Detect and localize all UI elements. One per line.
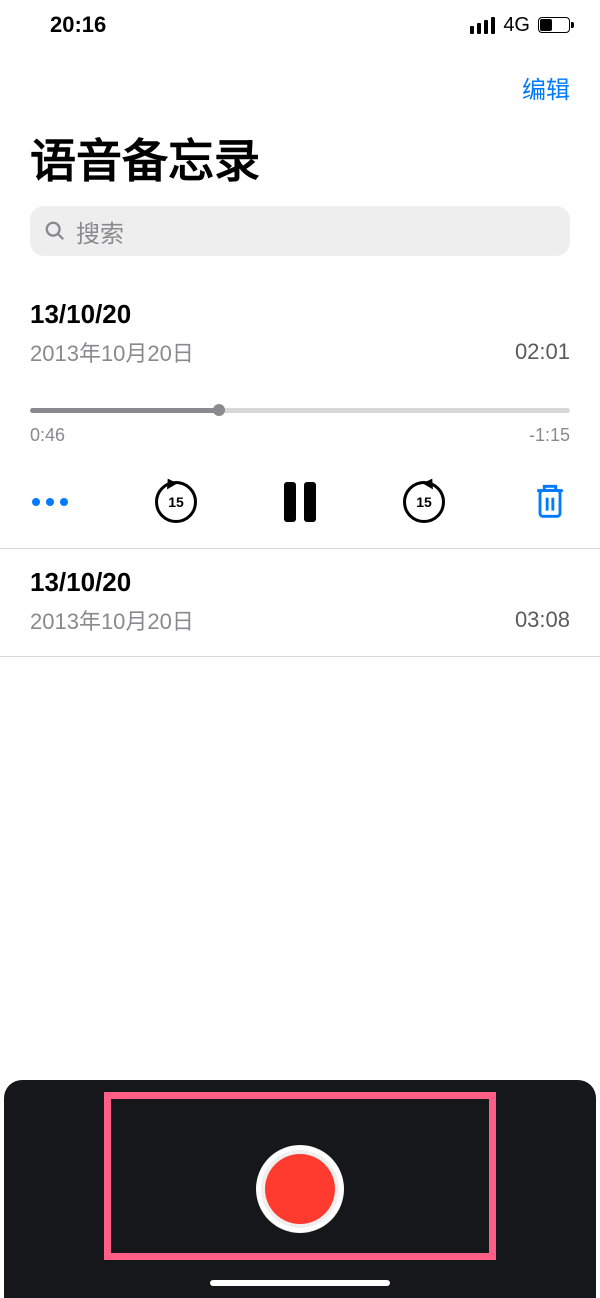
recording-item[interactable]: 13/10/20 2013年10月20日 02:01 0:46 -1:15 15 bbox=[0, 281, 600, 549]
status-right: 4G bbox=[470, 14, 570, 37]
record-bar bbox=[4, 1080, 596, 1298]
recording-title: 13/10/20 bbox=[30, 299, 570, 330]
signal-icon bbox=[470, 17, 495, 34]
recording-duration: 02:01 bbox=[515, 339, 570, 365]
pause-button[interactable] bbox=[284, 482, 316, 522]
skip-forward-icon: 15 bbox=[403, 481, 445, 523]
recording-duration: 03:08 bbox=[515, 607, 570, 633]
trash-icon bbox=[532, 482, 568, 522]
ellipsis-icon bbox=[32, 498, 68, 506]
record-icon bbox=[265, 1154, 335, 1224]
recording-date: 2013年10月20日 bbox=[30, 604, 194, 636]
playback-controls: 15 15 bbox=[30, 481, 570, 528]
skip-forward-15-button[interactable]: 15 bbox=[403, 481, 445, 523]
record-button[interactable] bbox=[256, 1145, 344, 1233]
more-button[interactable] bbox=[32, 498, 68, 506]
recording-date: 2013年10月20日 bbox=[30, 336, 194, 368]
status-bar: 20:16 4G bbox=[0, 0, 600, 50]
status-time: 20:16 bbox=[50, 12, 106, 38]
recording-item[interactable]: 13/10/20 2013年10月20日 03:08 bbox=[0, 549, 600, 657]
home-indicator[interactable] bbox=[210, 1280, 390, 1286]
nav-bar: 编辑 bbox=[0, 50, 600, 115]
pause-icon bbox=[284, 482, 316, 522]
recordings-list: 13/10/20 2013年10月20日 02:01 0:46 -1:15 15 bbox=[0, 281, 600, 657]
search-placeholder: 搜索 bbox=[76, 214, 124, 249]
skip-back-15-button[interactable]: 15 bbox=[155, 481, 197, 523]
battery-icon bbox=[538, 17, 570, 33]
search-icon bbox=[44, 220, 66, 242]
network-label: 4G bbox=[503, 14, 530, 37]
remaining-time: -1:15 bbox=[529, 425, 570, 446]
recording-title: 13/10/20 bbox=[30, 567, 570, 598]
edit-button[interactable]: 编辑 bbox=[522, 70, 570, 105]
scrubber-knob[interactable] bbox=[213, 404, 225, 416]
skip-back-icon: 15 bbox=[155, 481, 197, 523]
time-labels: 0:46 -1:15 bbox=[30, 425, 570, 446]
search-input[interactable]: 搜索 bbox=[30, 206, 570, 256]
elapsed-time: 0:46 bbox=[30, 425, 65, 446]
page-title: 语音备忘录 bbox=[0, 115, 600, 206]
playback-scrubber[interactable] bbox=[30, 403, 570, 417]
delete-button[interactable] bbox=[532, 482, 568, 522]
